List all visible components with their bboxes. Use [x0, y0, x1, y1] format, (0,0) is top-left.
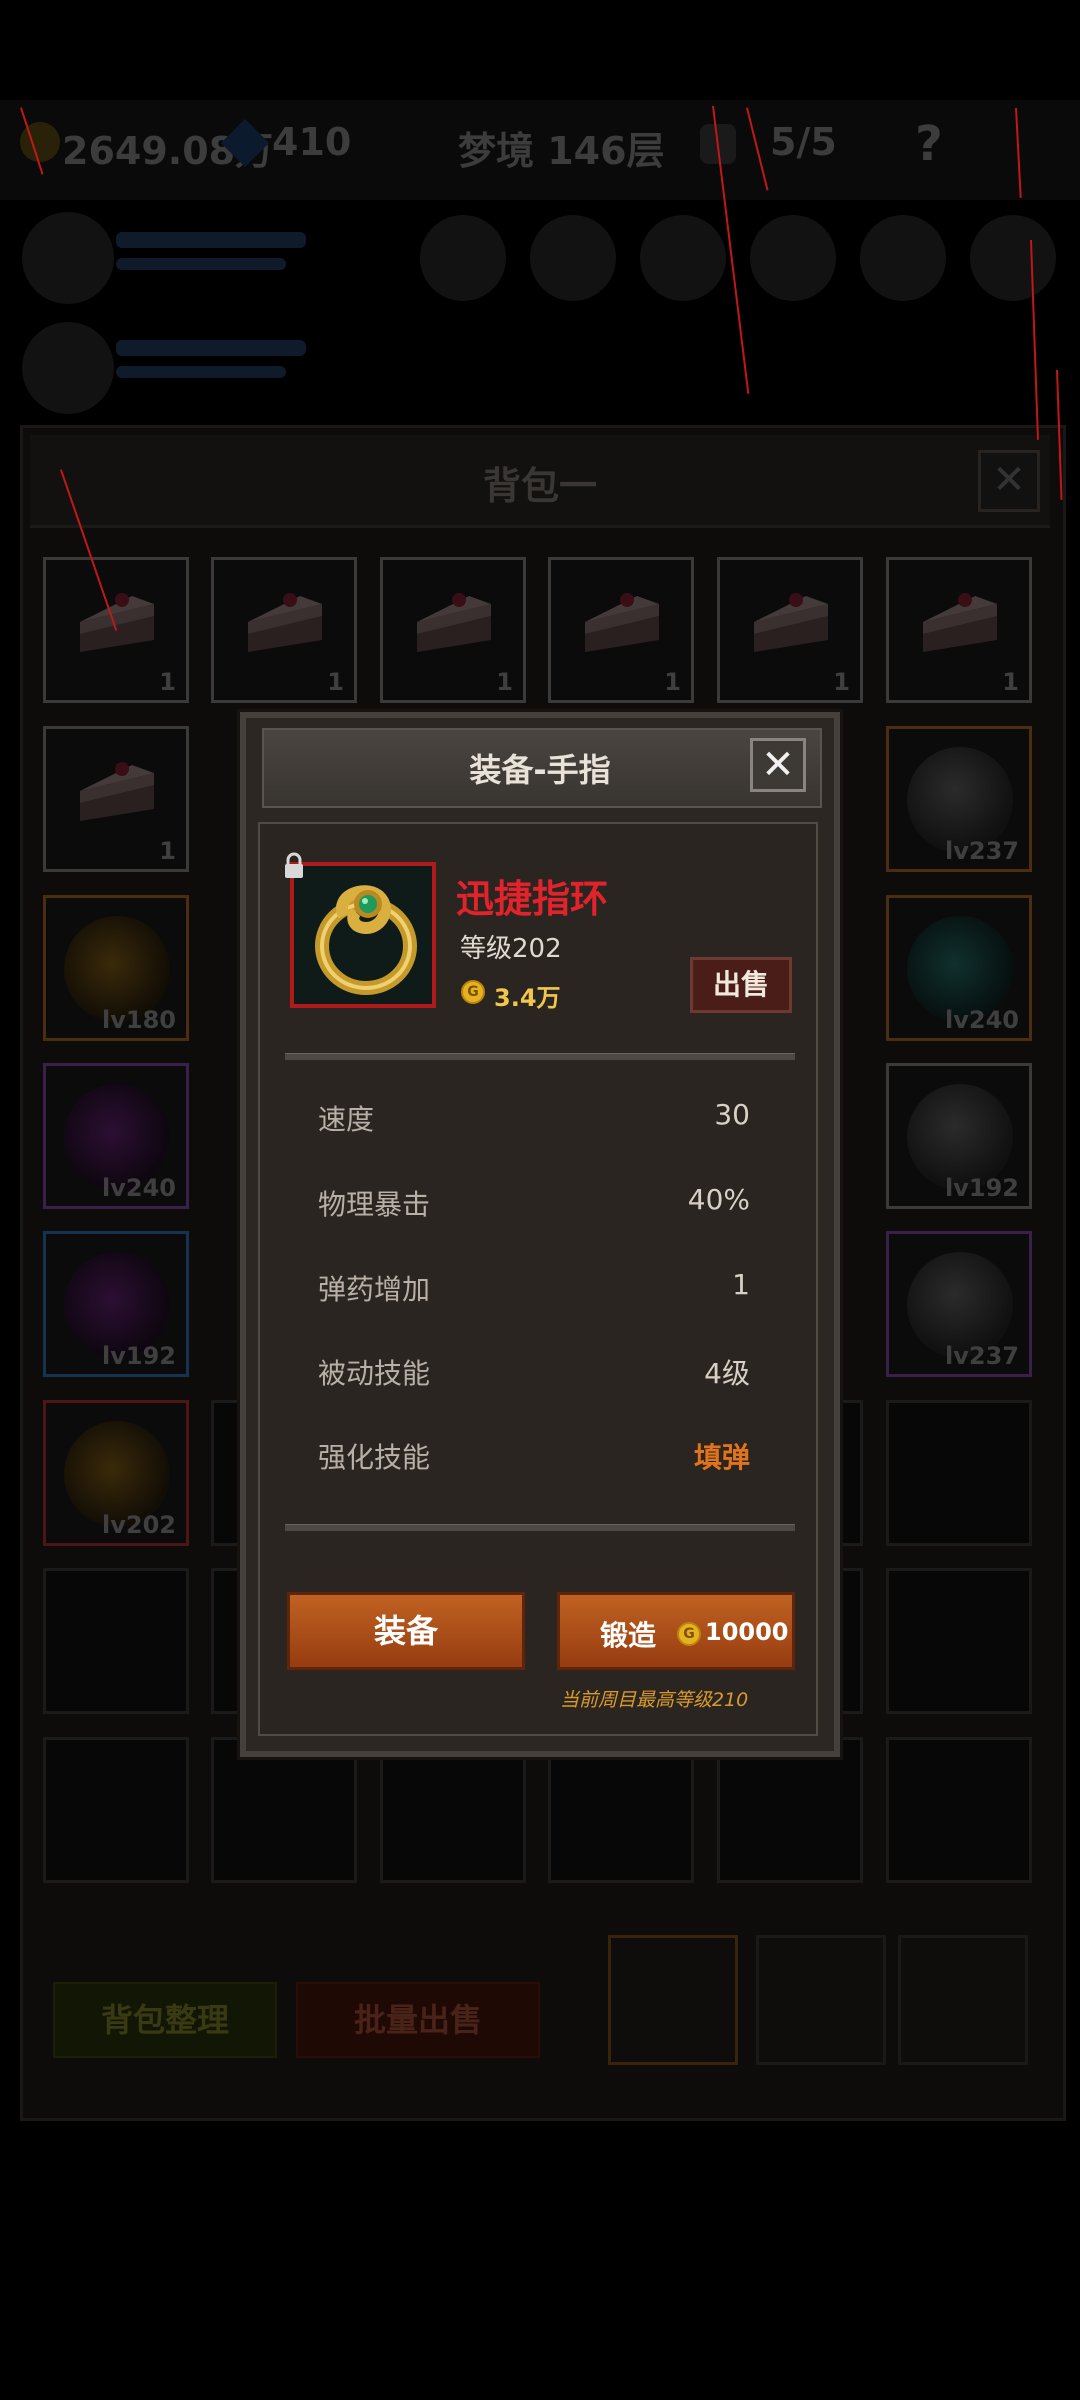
cake-icon [585, 593, 659, 652]
stat-label-ammo: 弹药增加 [318, 1273, 431, 1306]
cake-icon [248, 593, 322, 652]
skill-slot-3[interactable] [640, 215, 726, 301]
slot-label: 1 [159, 837, 176, 865]
ring-icon [294, 866, 432, 1004]
backpack-slot-empty[interactable] [886, 1568, 1032, 1714]
cake-icon [417, 593, 491, 652]
stage-label: 梦境 146层 [458, 129, 665, 173]
cake-icon [754, 593, 828, 652]
skill-slot-5[interactable] [860, 215, 946, 301]
top-hud: 2649.08万 410 梦境 146层 5/5 ? [0, 100, 1080, 200]
backpack-slot-empty[interactable] [886, 1737, 1032, 1883]
hero-mp-bar-2 [116, 366, 286, 378]
skill-slot-1[interactable] [420, 215, 506, 301]
bag-tab-2[interactable] [756, 1935, 886, 2065]
backpack-slot-empty[interactable] [380, 1737, 526, 1883]
dialog-close-button[interactable]: ✕ [750, 738, 806, 792]
lock-icon[interactable] [280, 852, 308, 880]
stat-value-passive: 4级 [704, 1357, 750, 1390]
forge-coin-icon: G [677, 1622, 701, 1646]
item-price: 3.4万 [494, 984, 561, 1012]
forge-cost: 10000 [705, 1618, 789, 1646]
stat-value-enhance: 填弹 [693, 1441, 750, 1474]
slot-label: lv202 [102, 1511, 176, 1539]
slot-label: 1 [1002, 668, 1019, 696]
forge-label: 锻造 [600, 1619, 657, 1652]
coin-icon: G [461, 980, 485, 1004]
slot-label: lv240 [102, 1174, 176, 1202]
hero-hp-bar-1 [116, 232, 306, 248]
cake-icon [923, 593, 997, 652]
skill-slot-6[interactable] [970, 215, 1056, 301]
slot-label: 1 [833, 668, 850, 696]
backpack-slot[interactable]: lv240 [43, 1063, 189, 1209]
hero-hp-bar-2 [116, 340, 306, 356]
stat-label-phys-crit: 物理暴击 [318, 1188, 431, 1221]
slot-label: 1 [664, 668, 681, 696]
backpack-slot[interactable]: lv237 [886, 1231, 1032, 1377]
backpack-slot[interactable]: lv240 [886, 895, 1032, 1041]
slot-label: lv237 [945, 837, 1019, 865]
cake-icon [80, 762, 154, 821]
backpack-slot[interactable]: 1 [886, 557, 1032, 703]
hero-portrait-1[interactable] [22, 212, 114, 304]
backpack-slot-empty[interactable] [548, 1737, 694, 1883]
item-level: 等级202 [460, 934, 562, 964]
backpack-close-button[interactable]: ✕ [978, 450, 1040, 512]
slot-label: lv240 [945, 1006, 1019, 1034]
item-name: 迅捷指环 [456, 877, 609, 921]
skill-slot-2[interactable] [530, 215, 616, 301]
slot-label: lv192 [102, 1342, 176, 1370]
backpack-slot-empty[interactable] [211, 1737, 357, 1883]
key-count: 5/5 [770, 120, 837, 164]
backpack-slot[interactable]: lv192 [43, 1231, 189, 1377]
item-icon-frame [290, 862, 436, 1008]
hero-mp-bar-1 [116, 258, 286, 270]
sell-button[interactable]: 出售 [690, 957, 792, 1013]
backpack-slot[interactable]: 1 [43, 726, 189, 872]
slot-label: 1 [496, 668, 513, 696]
slot-label: lv192 [945, 1174, 1019, 1202]
backpack-slot-empty[interactable] [717, 1737, 863, 1883]
backpack-slot[interactable]: 1 [380, 557, 526, 703]
backpack-title: 背包一 [482, 464, 597, 508]
backpack-slot-empty[interactable] [43, 1568, 189, 1714]
backpack-slot[interactable]: lv192 [886, 1063, 1032, 1209]
help-button[interactable]: ? [915, 116, 943, 172]
slot-label: 1 [159, 668, 176, 696]
stat-value-phys-crit: 40% [687, 1183, 750, 1216]
max-level-note: 当前周目最高等级210 [560, 1689, 749, 1711]
backpack-slot[interactable]: 1 [211, 557, 357, 703]
bag-tab-1[interactable] [608, 1935, 738, 2065]
gem-amount: 410 [272, 120, 352, 164]
stat-value-speed: 30 [714, 1098, 750, 1131]
dialog-title: 装备-手指 [469, 751, 611, 789]
backpack-slot[interactable]: 1 [717, 557, 863, 703]
backpack-slot-empty[interactable] [886, 1400, 1032, 1546]
backpack-slot[interactable]: lv202 [43, 1400, 189, 1546]
stat-value-ammo: 1 [732, 1268, 750, 1301]
cake-icon [80, 593, 154, 652]
backpack-slot-empty[interactable] [43, 1737, 189, 1883]
divider-top [285, 1053, 795, 1061]
stat-label-passive: 被动技能 [318, 1357, 431, 1390]
backpack-slot[interactable]: lv237 [886, 726, 1032, 872]
skill-slot-4[interactable] [750, 215, 836, 301]
hero-portrait-2[interactable] [22, 322, 114, 414]
stat-label-enhance: 强化技能 [318, 1441, 431, 1474]
bulk-sell-button[interactable]: 批量出售 [296, 1982, 540, 2058]
sort-backpack-button[interactable]: 背包整理 [53, 1982, 277, 2058]
slot-label: lv237 [945, 1342, 1019, 1370]
slot-label: 1 [327, 668, 344, 696]
backpack-slot[interactable]: lv180 [43, 895, 189, 1041]
divider-bottom [285, 1524, 795, 1532]
backpack-slot[interactable]: 1 [548, 557, 694, 703]
slot-label: lv180 [102, 1006, 176, 1034]
equip-button[interactable]: 装备 [287, 1592, 525, 1670]
stat-label-speed: 速度 [318, 1103, 375, 1136]
bag-tab-3[interactable] [898, 1935, 1028, 2065]
